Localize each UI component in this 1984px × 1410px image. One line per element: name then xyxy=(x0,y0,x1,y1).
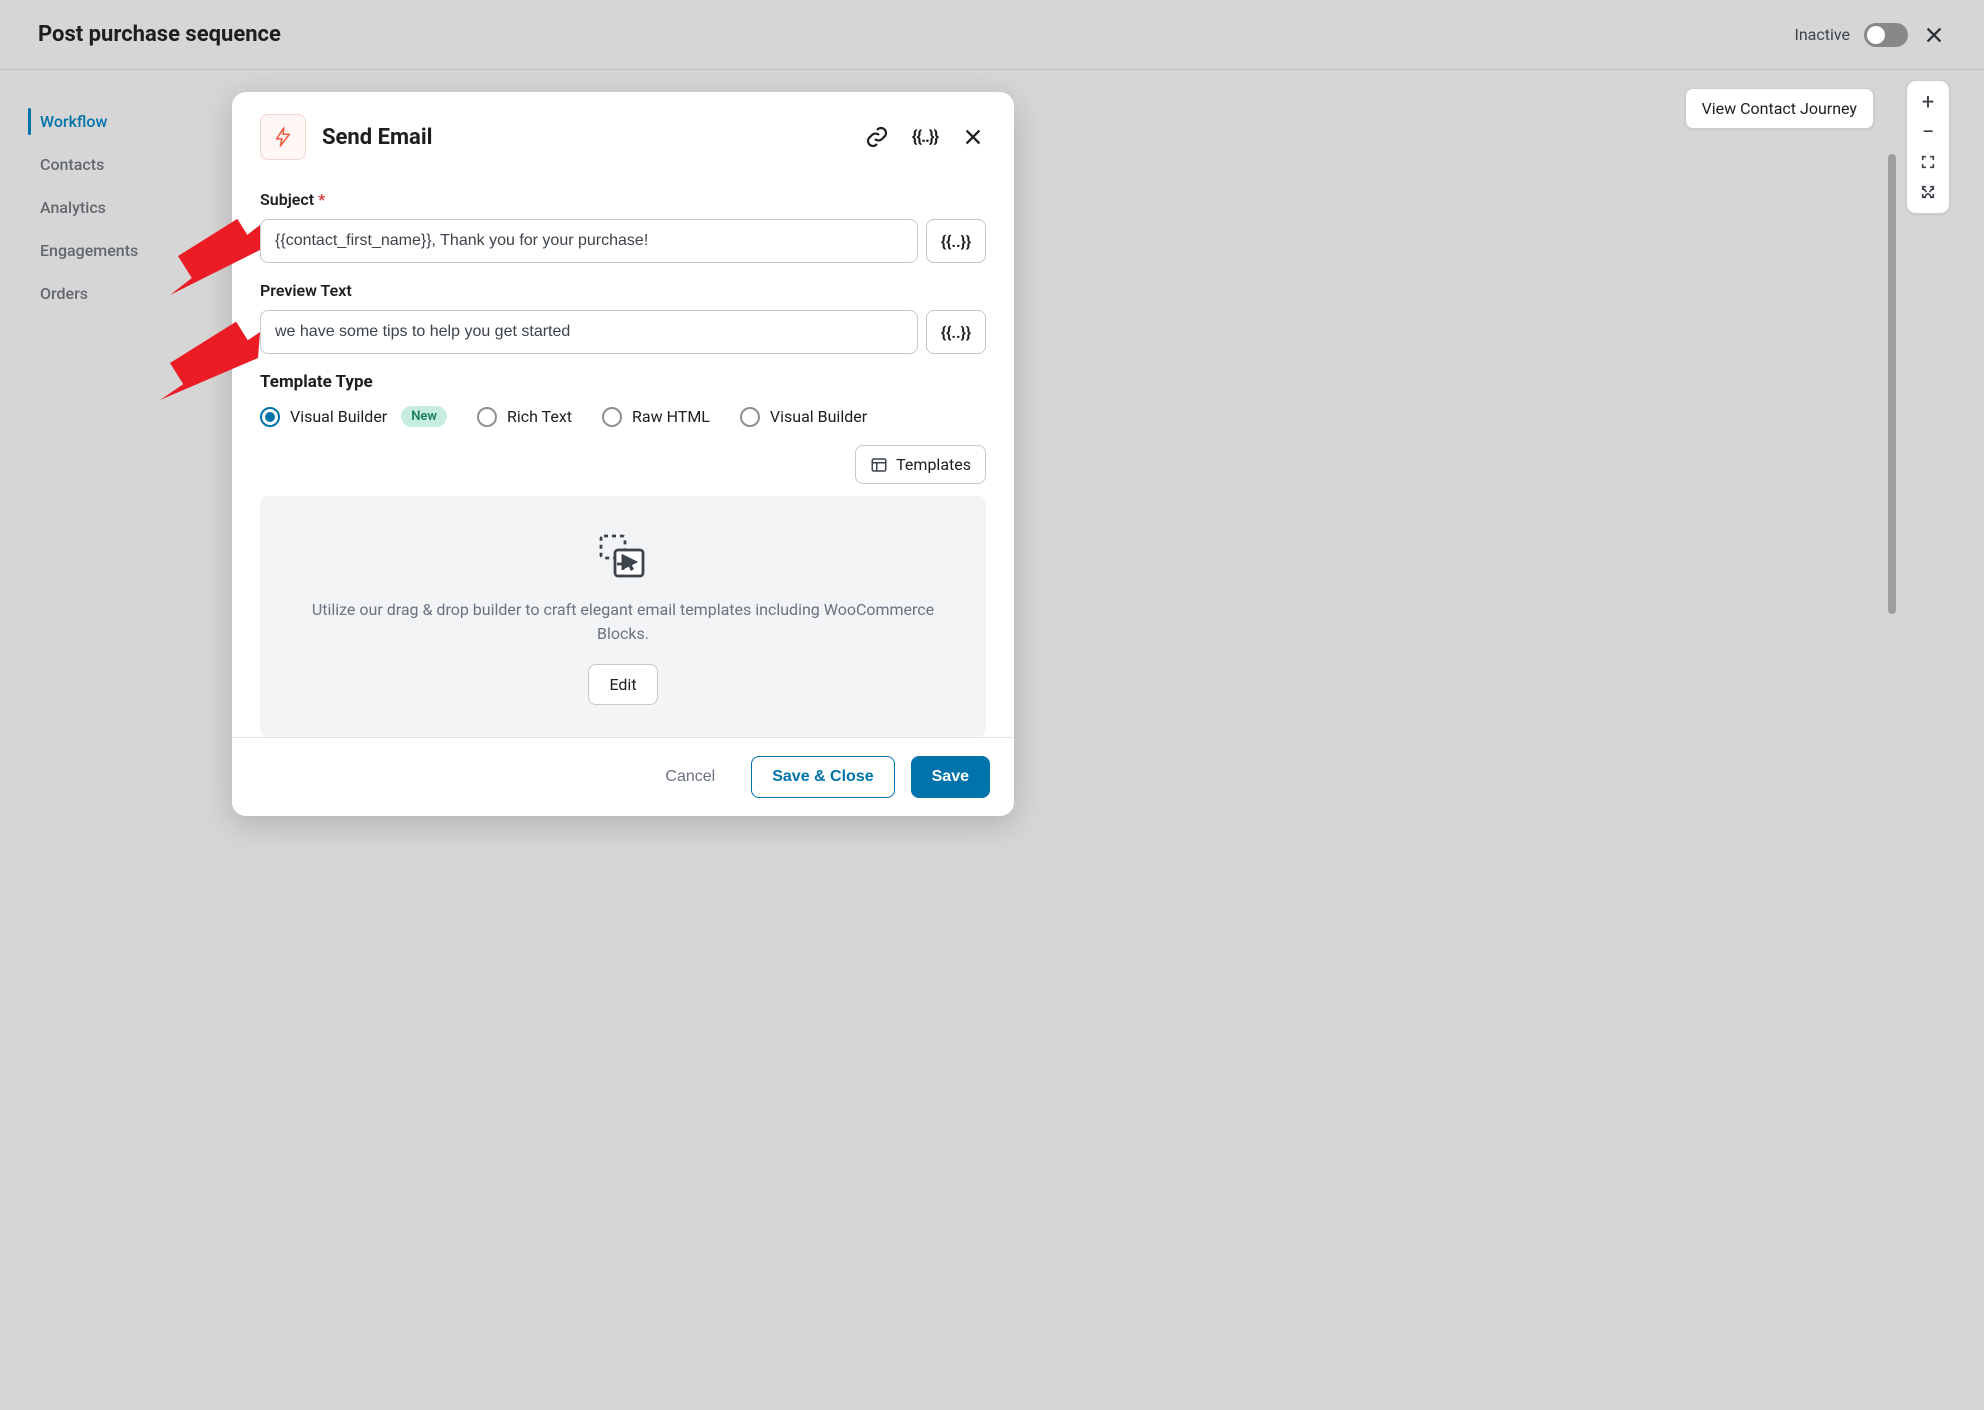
sidebar-item-label: Workflow xyxy=(40,112,107,131)
close-icon xyxy=(962,126,984,148)
view-contact-journey-label: View Contact Journey xyxy=(1702,99,1857,118)
workflow-active-toggle[interactable] xyxy=(1864,23,1908,47)
subject-label: Subject * xyxy=(260,190,986,209)
save-and-close-button[interactable]: Save & Close xyxy=(751,756,894,798)
save-button[interactable]: Save xyxy=(911,756,990,798)
radio-dot-icon xyxy=(740,407,760,427)
radio-label: Rich Text xyxy=(507,407,572,426)
page-header: Post purchase sequence Inactive xyxy=(0,0,1984,70)
header-right: Inactive xyxy=(1794,23,1946,47)
lightning-bolt-icon xyxy=(272,126,294,148)
cancel-button[interactable]: Cancel xyxy=(645,756,735,798)
modal-header: Send Email {{..}} xyxy=(232,92,1014,168)
template-icon xyxy=(870,456,888,474)
canvas-zoom-controls: + − xyxy=(1906,80,1950,214)
fullscreen-button[interactable] xyxy=(1907,177,1949,207)
action-icon-box xyxy=(260,114,306,160)
template-option-visual-builder[interactable]: Visual Builder New xyxy=(260,406,447,427)
zoom-in-button[interactable]: + xyxy=(1907,87,1949,117)
radio-label: Visual Builder xyxy=(290,407,387,426)
subject-row: {{..}} xyxy=(260,219,986,263)
merge-tags-button[interactable]: {{..}} xyxy=(912,124,938,150)
canvas-scrollbar[interactable] xyxy=(1888,154,1896,614)
radio-label: Visual Builder xyxy=(770,407,867,426)
subject-merge-tag-button[interactable]: {{..}} xyxy=(926,219,986,263)
templates-row: Templates xyxy=(260,445,986,484)
sidebar-item-analytics[interactable]: Analytics xyxy=(0,186,230,229)
modal-footer: Cancel Save & Close Save xyxy=(232,737,1014,816)
radio-dot-icon xyxy=(477,407,497,427)
sidebar-item-label: Orders xyxy=(40,284,88,303)
modal-body: Subject * {{..}} Preview Text {{..}} Tem… xyxy=(232,168,1014,737)
drag-drop-icon xyxy=(597,534,649,582)
preview-merge-tag-button[interactable]: {{..}} xyxy=(926,310,986,354)
template-option-visual-builder-alt[interactable]: Visual Builder xyxy=(740,407,867,427)
sidebar-item-orders[interactable]: Orders xyxy=(0,272,230,315)
template-type-label: Template Type xyxy=(260,372,986,392)
modal-title: Send Email xyxy=(322,125,848,150)
sidebar-nav: Workflow Contacts Analytics Engagements … xyxy=(0,70,230,1410)
radio-dot-icon xyxy=(260,407,280,427)
link-icon xyxy=(865,125,889,149)
drop-zone-text: Utilize our drag & drop builder to craft… xyxy=(288,598,958,646)
close-page-button[interactable] xyxy=(1922,23,1946,47)
modal-header-actions: {{..}} xyxy=(864,124,986,150)
template-option-rich-text[interactable]: Rich Text xyxy=(477,407,572,427)
builder-drop-zone: Utilize our drag & drop builder to craft… xyxy=(260,496,986,737)
template-type-radios: Visual Builder New Rich Text Raw HTML Vi… xyxy=(260,406,986,427)
send-email-modal: Send Email {{..}} Subject * {{..}} xyxy=(232,92,1014,816)
sidebar-item-label: Analytics xyxy=(40,198,106,217)
sidebar-item-label: Engagements xyxy=(40,241,138,260)
templates-button-label: Templates xyxy=(896,455,971,474)
radio-label: Raw HTML xyxy=(632,407,710,426)
radio-dot-icon xyxy=(602,407,622,427)
sidebar-item-workflow[interactable]: Workflow xyxy=(0,100,230,143)
templates-button[interactable]: Templates xyxy=(855,445,986,484)
copy-link-button[interactable] xyxy=(864,124,890,150)
modal-close-button[interactable] xyxy=(960,124,986,150)
new-badge: New xyxy=(401,406,447,427)
view-contact-journey-button[interactable]: View Contact Journey xyxy=(1685,88,1874,129)
subject-input[interactable] xyxy=(260,219,918,263)
fit-screen-button[interactable] xyxy=(1907,147,1949,177)
sidebar-item-engagements[interactable]: Engagements xyxy=(0,229,230,272)
sidebar-item-contacts[interactable]: Contacts xyxy=(0,143,230,186)
edit-template-button[interactable]: Edit xyxy=(588,664,657,705)
preview-text-input[interactable] xyxy=(260,310,918,354)
template-option-raw-html[interactable]: Raw HTML xyxy=(602,407,710,427)
page-title: Post purchase sequence xyxy=(38,22,281,47)
preview-text-label: Preview Text xyxy=(260,281,986,300)
preview-text-row: {{..}} xyxy=(260,310,986,354)
workflow-status-label: Inactive xyxy=(1794,25,1850,44)
zoom-out-button[interactable]: − xyxy=(1907,117,1949,147)
sidebar-item-label: Contacts xyxy=(40,155,104,174)
